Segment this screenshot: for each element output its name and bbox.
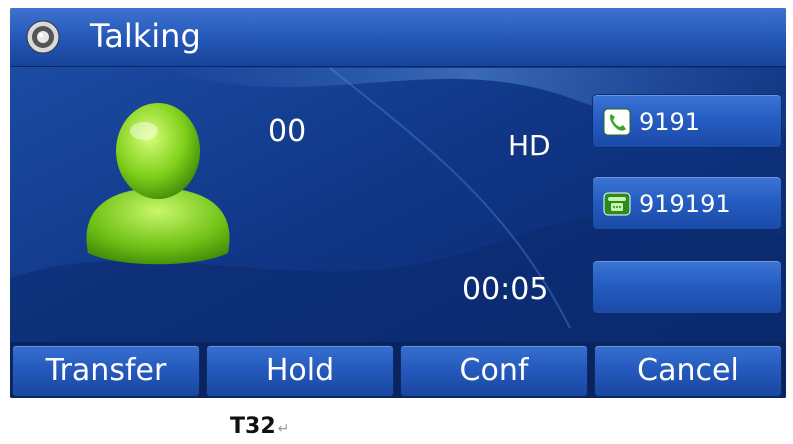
softkey-bar: Transfer Hold Conf Cancel xyxy=(10,342,786,398)
title-bar: Talking xyxy=(10,8,786,67)
phone-screen: Talking 00 HD 00:05 9191 919191 Transfer… xyxy=(10,8,786,398)
line-key-1-label: 9191 xyxy=(639,108,701,136)
hd-label: HD xyxy=(508,129,551,162)
line-key-3[interactable] xyxy=(592,260,782,314)
speaker-icon xyxy=(26,20,60,54)
hold-button[interactable]: Hold xyxy=(206,345,394,397)
phone-active-icon xyxy=(603,108,631,136)
caller-number: 00 xyxy=(268,114,307,149)
caption-text: T32 xyxy=(230,414,276,439)
phone-idle-icon xyxy=(603,192,631,216)
return-mark: ↵ xyxy=(277,421,290,437)
conference-button[interactable]: Conf xyxy=(400,345,588,397)
model-caption: T32 ↵ xyxy=(230,414,289,439)
line-key-2[interactable]: 919191 xyxy=(592,176,782,230)
status-title: Talking xyxy=(90,17,201,55)
transfer-button[interactable]: Transfer xyxy=(12,345,200,397)
call-duration: 00:05 xyxy=(462,272,549,307)
cancel-button[interactable]: Cancel xyxy=(594,345,782,397)
line-key-1[interactable]: 9191 xyxy=(592,94,782,148)
line-key-2-label: 919191 xyxy=(639,190,731,218)
contact-avatar-icon xyxy=(86,103,230,265)
